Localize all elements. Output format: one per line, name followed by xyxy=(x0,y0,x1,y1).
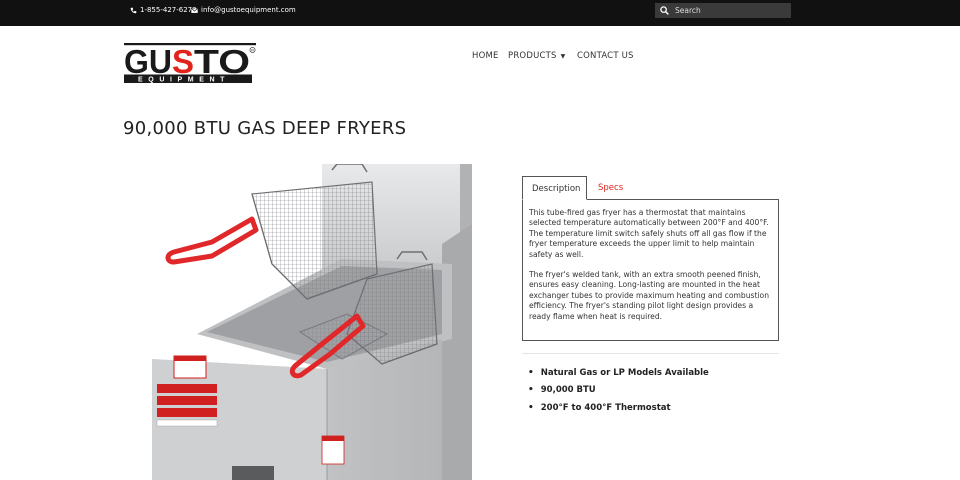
svg-text:GU: GU xyxy=(124,43,172,80)
description-paragraph-1: This tube-fired gas fryer has a thermost… xyxy=(529,208,769,259)
tab-specs[interactable]: Specs xyxy=(589,176,632,200)
feature-list: Natural Gas or LP Models Available 90,00… xyxy=(528,364,709,417)
page-title: 90,000 BTU GAS DEEP FRYERS xyxy=(123,118,407,139)
tab-description[interactable]: Description xyxy=(522,176,587,200)
top-bar: 1-855-427-6273 info@gustoequipment.com xyxy=(0,0,960,26)
caret-down-icon: ▼ xyxy=(560,53,566,60)
svg-text:TO: TO xyxy=(194,43,250,80)
logo-tagline: EQUIPMENT xyxy=(138,77,230,84)
search-box[interactable] xyxy=(655,3,791,18)
nav-products[interactable]: PRODUCTS ▼ xyxy=(508,51,565,61)
phone-link[interactable]: 1-855-427-6273 xyxy=(130,6,197,14)
svg-text:R: R xyxy=(251,49,254,53)
phone-number: 1-855-427-6273 xyxy=(140,6,197,14)
description-paragraph-2: The fryer's welded tank, with an extra s… xyxy=(529,270,770,321)
phone-icon xyxy=(130,7,137,13)
envelope-icon xyxy=(191,7,198,13)
email-link[interactable]: info@gustoequipment.com xyxy=(191,6,296,14)
product-image[interactable] xyxy=(152,164,474,480)
gusto-logo[interactable]: GU S TO R EQUIPMENT xyxy=(124,43,256,86)
search-input[interactable] xyxy=(675,6,785,15)
description-panel: This tube-fired gas fryer has a thermost… xyxy=(522,199,779,341)
feature-item: 90,000 BTU xyxy=(528,382,709,400)
svg-text:S: S xyxy=(172,43,194,80)
feature-item: Natural Gas or LP Models Available xyxy=(528,364,709,382)
nav-products-label: PRODUCTS xyxy=(508,51,557,61)
nav-contact-us[interactable]: CONTACT US xyxy=(577,51,634,61)
nav-home[interactable]: HOME xyxy=(472,51,499,61)
search-icon[interactable] xyxy=(660,6,669,15)
feature-item: 200°F to 400°F Thermostat xyxy=(528,399,709,417)
email-address: info@gustoequipment.com xyxy=(201,6,296,14)
divider xyxy=(522,353,779,354)
